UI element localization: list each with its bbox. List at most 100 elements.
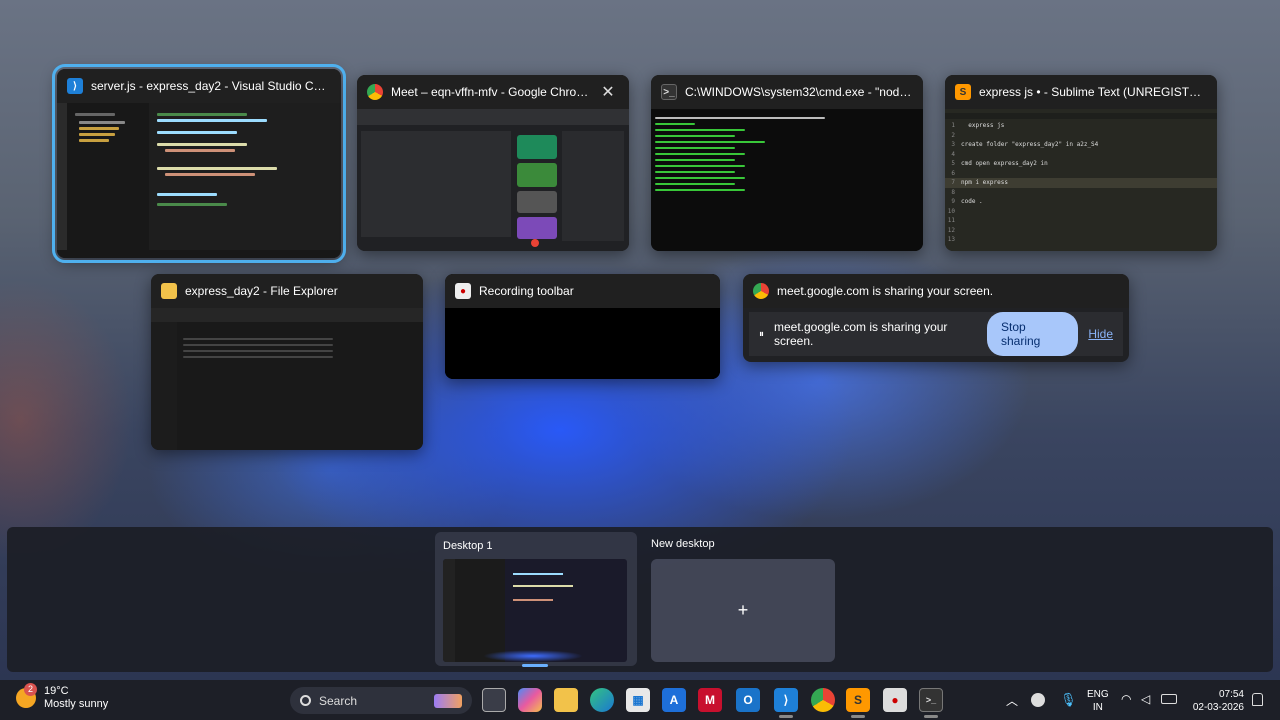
window-vscode[interactable]: ⟩ server.js - express_day2 - Visual Stud… xyxy=(52,64,346,263)
battery-icon[interactable] xyxy=(1161,694,1177,704)
window-title: meet.google.com is sharing your screen. xyxy=(777,284,994,298)
desktop-1-label: Desktop 1 xyxy=(443,540,493,552)
virtual-desktops-bar xyxy=(7,527,1273,672)
clock-date: 02-03-2026 xyxy=(1192,702,1244,713)
terminal-taskbar-icon[interactable]: >_ xyxy=(919,688,943,712)
line-text: cmd open express_day2 in xyxy=(961,160,1048,167)
volume-icon[interactable]: ◁ xyxy=(1141,692,1150,706)
recording-taskbar-icon[interactable]: ● xyxy=(883,688,907,712)
cmd-preview xyxy=(651,109,923,251)
line-number: 9 xyxy=(951,198,955,205)
window-chrome-meet[interactable]: Meet – eqn-vffn-mfv - Google Chrome ✕ xyxy=(357,75,629,251)
meet-preview xyxy=(357,109,629,251)
mcafee-icon[interactable]: M xyxy=(698,688,722,712)
weather-sun-icon: 2 xyxy=(16,683,37,708)
line-number: 10 xyxy=(947,207,955,215)
pause-icon: ⏸ xyxy=(759,328,764,340)
copilot-icon[interactable] xyxy=(518,688,542,712)
window-title: server.js - express_day2 - Visual Studio… xyxy=(91,79,331,93)
weather-desc: Mostly sunny xyxy=(44,698,109,710)
cmd-icon: >_ xyxy=(661,84,677,100)
start-icon[interactable] xyxy=(257,688,281,712)
stop-sharing-button[interactable]: Stop sharing xyxy=(987,312,1079,356)
sublime-line: 13 xyxy=(945,235,1217,245)
task-view-icon[interactable] xyxy=(482,688,506,712)
edge-icon[interactable] xyxy=(590,688,614,712)
chrome-taskbar-icon[interactable] xyxy=(811,688,835,712)
lang-top: ENG xyxy=(1087,689,1109,700)
tray-app-icon[interactable] xyxy=(1031,693,1045,707)
plus-icon: + xyxy=(737,600,749,620)
weather-temp: 19°C xyxy=(44,685,69,697)
line-number: 13 xyxy=(947,236,955,243)
line-number: 7 xyxy=(951,179,955,186)
file-explorer-taskbar-icon[interactable] xyxy=(554,688,578,712)
new-desktop-label: New desktop xyxy=(651,538,715,550)
sublime-line: 11 xyxy=(945,216,1217,226)
sublime-line: 7 npm i express xyxy=(945,178,1217,188)
window-titlebar: express_day2 - File Explorer xyxy=(151,274,423,308)
sublime-line: 2 xyxy=(945,131,1217,141)
sublime-line: 3 create folder "express_day2" in a2z_S4 xyxy=(945,140,1217,150)
line-number: 11 xyxy=(947,217,955,224)
line-text: code . xyxy=(961,198,983,205)
window-title: C:\WINDOWS\system32\cmd.exe - "node" "C:… xyxy=(685,85,913,99)
vscode-preview xyxy=(57,103,341,258)
language-indicator[interactable]: ENG IN xyxy=(1087,688,1109,714)
window-titlebar: >_ C:\WINDOWS\system32\cmd.exe - "node" … xyxy=(651,75,923,109)
search-box[interactable]: Search xyxy=(290,687,472,714)
clock-time: 07:54 xyxy=(1218,689,1244,700)
window-titlebar: ⟩ server.js - express_day2 - Visual Stud… xyxy=(57,69,341,103)
file-explorer-preview xyxy=(151,308,423,450)
outlook-icon[interactable]: O xyxy=(736,688,760,712)
window-title: Recording toolbar xyxy=(479,284,574,298)
sublime-line: 12 xyxy=(945,226,1217,236)
sublime-line: 10 xyxy=(945,207,1217,217)
line-number: 6 xyxy=(951,169,955,177)
window-cmd[interactable]: >_ C:\WINDOWS\system32\cmd.exe - "node" … xyxy=(651,75,923,251)
notification-icon[interactable] xyxy=(1252,693,1263,706)
sublime-line: 6 xyxy=(945,169,1217,179)
vscode-taskbar-icon[interactable]: ⟩ xyxy=(774,688,798,712)
store-icon[interactable]: ▦ xyxy=(626,688,650,712)
line-text: express js xyxy=(961,122,1005,129)
search-placeholder: Search xyxy=(319,693,358,708)
line-number: 8 xyxy=(951,188,955,196)
line-number: 1 xyxy=(951,122,955,129)
window-title: express js • - Sublime Text (UNREGISTERE… xyxy=(979,85,1207,99)
vscode-icon: ⟩ xyxy=(67,78,83,94)
search-icon xyxy=(300,695,311,706)
line-text: npm i express xyxy=(961,179,1008,186)
window-title: Meet – eqn-vffn-mfv - Google Chrome xyxy=(391,85,589,99)
wifi-icon[interactable]: ◠ xyxy=(1121,692,1131,706)
window-sublime[interactable]: S express js • - Sublime Text (UNREGISTE… xyxy=(945,75,1217,251)
window-titlebar: meet.google.com is sharing your screen. xyxy=(743,274,1129,308)
folder-icon xyxy=(161,283,177,299)
tray-chevron-icon[interactable]: ︿ xyxy=(1006,692,1018,709)
ai-app-icon[interactable]: A xyxy=(662,688,686,712)
share-bar: ⏸ meet.google.com is sharing your screen… xyxy=(749,312,1123,356)
new-desktop-button[interactable]: + xyxy=(651,559,835,662)
recording-icon: ● xyxy=(455,283,471,299)
sublime-line: 4 xyxy=(945,150,1217,160)
close-icon[interactable]: ✕ xyxy=(597,81,619,103)
line-number: 5 xyxy=(951,160,955,167)
window-recording-toolbar[interactable]: ● Recording toolbar xyxy=(445,274,720,379)
line-number: 12 xyxy=(947,226,955,234)
window-file-explorer[interactable]: express_day2 - File Explorer xyxy=(151,274,423,450)
sublime-line: 8 xyxy=(945,188,1217,198)
hide-link[interactable]: Hide xyxy=(1088,327,1113,341)
clock[interactable]: 07:54 02-03-2026 xyxy=(1190,688,1244,714)
line-text: create folder "express_day2" in a2z_S4 xyxy=(961,141,1099,148)
weather-widget[interactable]: 2 19°C Mostly sunny xyxy=(16,683,109,711)
chrome-icon xyxy=(367,84,383,100)
window-sharing-bar[interactable]: meet.google.com is sharing your screen. … xyxy=(743,274,1129,362)
chrome-icon xyxy=(753,283,769,299)
search-highlight-icon xyxy=(434,693,462,708)
share-text: meet.google.com is sharing your screen. xyxy=(774,320,948,348)
line-number: 3 xyxy=(951,141,955,148)
desktop-1-preview xyxy=(443,559,627,662)
microphone-icon[interactable]: 🎙 xyxy=(1060,692,1077,708)
sublime-taskbar-icon[interactable]: S xyxy=(846,688,870,712)
sublime-preview: 1 express js 2 3 create folder "express_day… xyxy=(945,109,1217,251)
